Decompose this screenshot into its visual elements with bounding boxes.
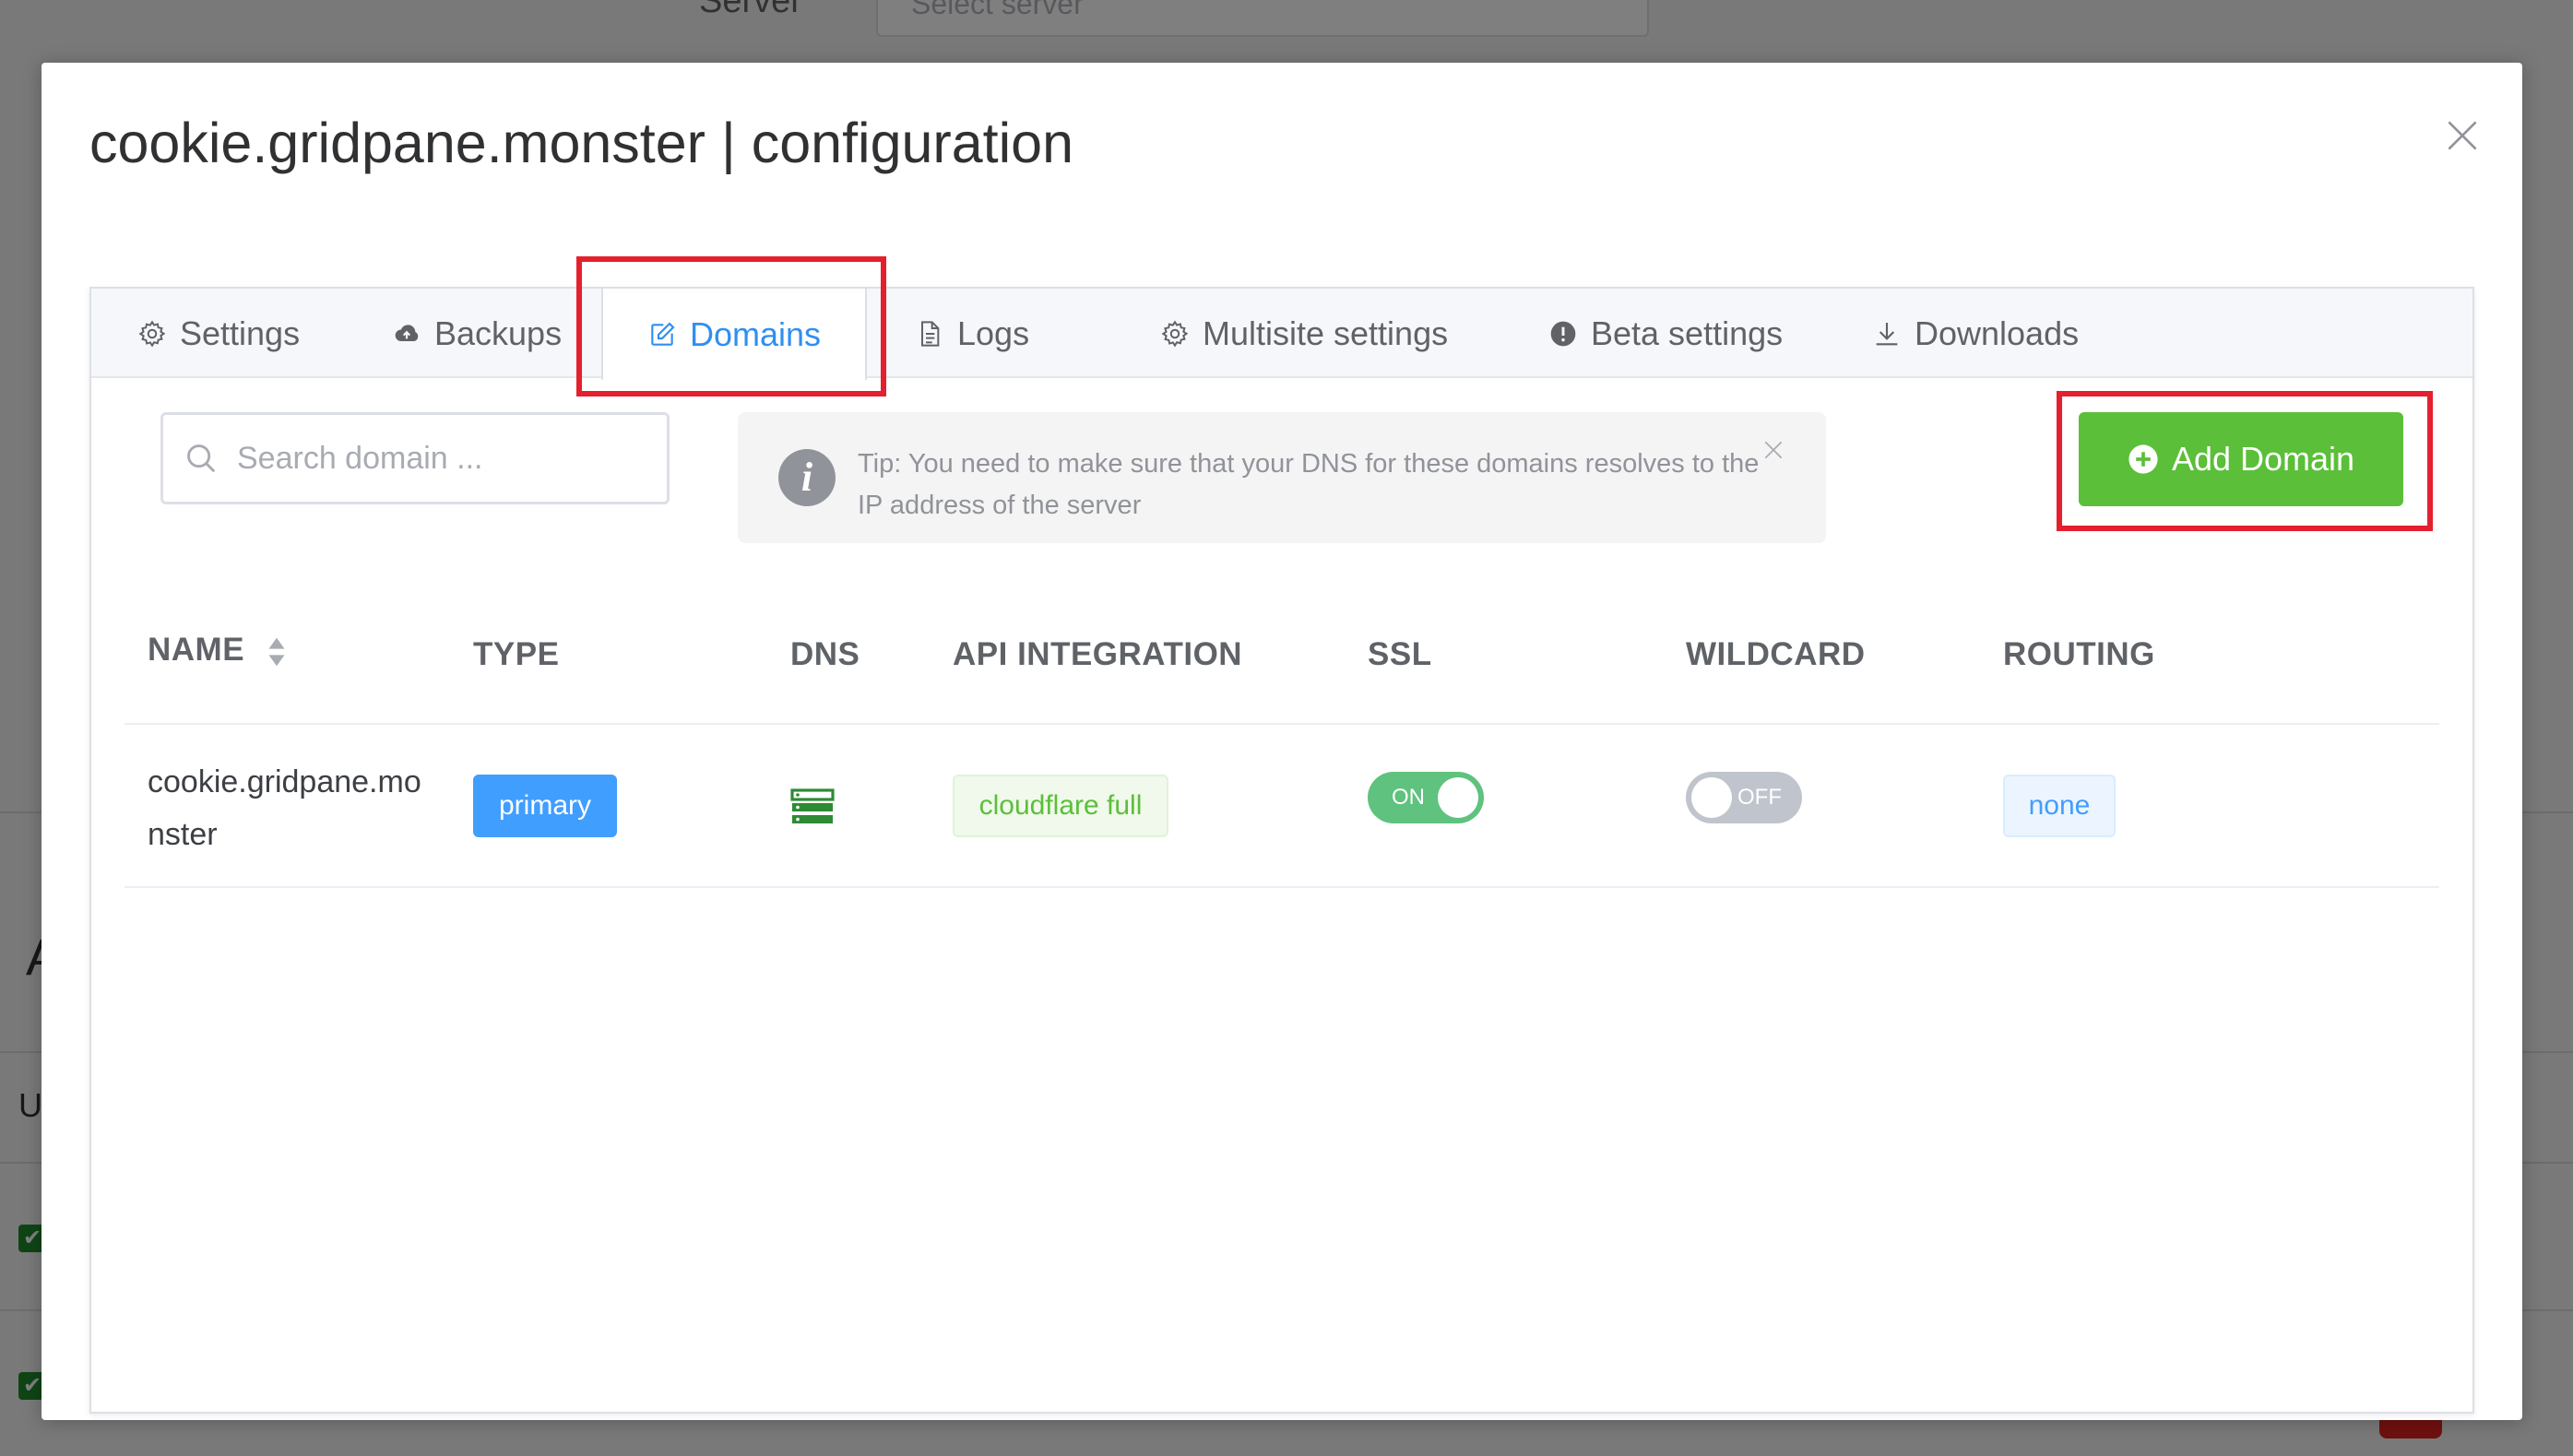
toggle-knob (1438, 777, 1478, 818)
plus-circle-icon (2128, 444, 2158, 474)
table-divider (125, 723, 2439, 725)
tab-settings[interactable]: Settings (137, 289, 300, 378)
close-icon[interactable] (1761, 438, 1785, 462)
tab-multisite-settings[interactable]: Multisite settings (1160, 289, 1448, 378)
tab-label: Domains (689, 314, 822, 353)
configuration-dialog: cookie.gridpane.monster | configuration … (42, 63, 2522, 1420)
tab-label: Beta settings (1591, 314, 1784, 352)
cloud-upload-icon (395, 324, 419, 341)
tab-domains[interactable]: Domains (601, 289, 867, 380)
toggle-label: OFF (1737, 785, 1782, 810)
close-icon[interactable] (2439, 112, 2485, 159)
sort-icon[interactable] (267, 636, 287, 668)
tab-bar: Settings Backups Domains Logs Multisite … (91, 289, 2472, 380)
tab-label: Downloads (1915, 314, 2080, 352)
ssl-toggle[interactable]: ON (1368, 772, 1484, 823)
gear-icon (138, 320, 166, 348)
search-icon (187, 444, 216, 473)
search-input[interactable] (235, 439, 645, 478)
tab-label: Logs (957, 314, 1030, 352)
tab-downloads[interactable]: Downloads (1872, 289, 2079, 378)
tip-text: Tip: You need to make sure that your DNS… (858, 449, 1760, 520)
type-tag: primary (473, 775, 617, 837)
download-icon (1876, 322, 1898, 345)
table-divider (125, 886, 2439, 888)
tab-backups[interactable]: Backups (392, 289, 562, 378)
tab-logs[interactable]: Logs (915, 289, 1029, 378)
add-domain-button[interactable]: Add Domain (2079, 412, 2403, 506)
document-icon (921, 320, 940, 347)
domain-name: cookie.gridpane.monster (148, 764, 421, 852)
dialog-title: cookie.gridpane.monster | configuration (89, 112, 1074, 174)
column-header-type: TYPE (473, 636, 560, 672)
tab-label: Settings (180, 314, 301, 352)
column-header-ssl: SSL (1368, 636, 1432, 672)
column-header-api-integration: API INTEGRATION (953, 636, 1243, 672)
dns-tip-alert: i Tip: You need to make sure that your D… (738, 412, 1826, 543)
info-icon: i (778, 449, 836, 506)
tab-label: Multisite settings (1203, 314, 1449, 352)
warning-circle-icon (1550, 321, 1576, 346)
edit-icon (651, 321, 675, 346)
toggle-label: ON (1392, 785, 1425, 810)
column-header-dns: DNS (790, 636, 860, 672)
server-icon (790, 788, 835, 823)
search-domain-field[interactable] (160, 412, 670, 504)
toggle-knob (1691, 777, 1732, 818)
routing-tag: none (2003, 775, 2116, 837)
wildcard-toggle[interactable]: OFF (1686, 772, 1802, 823)
add-domain-label: Add Domain (2171, 440, 2355, 478)
column-header-wildcard: WILDCARD (1686, 636, 1866, 672)
column-header-name[interactable]: NAME (148, 632, 287, 669)
tab-beta-settings[interactable]: Beta settings (1548, 289, 1783, 378)
tab-label: Backups (434, 314, 563, 352)
api-integration-tag: cloudflare full (953, 775, 1168, 837)
gear-icon (1161, 320, 1189, 348)
column-header-routing: ROUTING (2003, 636, 2155, 672)
